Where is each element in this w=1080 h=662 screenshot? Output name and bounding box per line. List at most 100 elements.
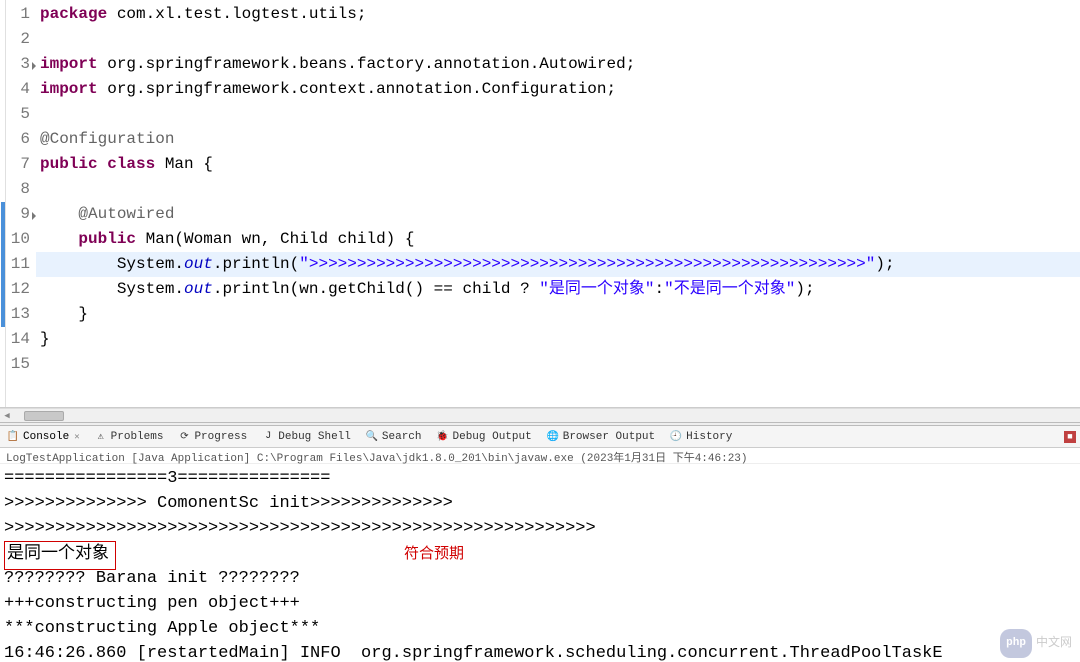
- token-plain: }: [40, 305, 88, 323]
- token-plain: System.: [40, 280, 184, 298]
- token-plain: [40, 230, 78, 248]
- tab-problems[interactable]: ⚠Problems: [92, 429, 166, 445]
- console-line: ================3===============: [4, 466, 1076, 491]
- tab-debug-output[interactable]: 🐞Debug Output: [434, 429, 534, 445]
- code-line[interactable]: [36, 27, 1080, 52]
- token-plain: com.xl.test.logtest.utils;: [117, 5, 367, 23]
- tab-label: Debug Output: [453, 431, 532, 443]
- token-plain: [40, 205, 78, 223]
- tab-label: Debug Shell: [278, 431, 351, 443]
- tab-label: Progress: [194, 431, 247, 443]
- editor-horizontal-scrollbar[interactable]: ◀: [0, 408, 1080, 422]
- token-kw: import: [40, 80, 107, 98]
- line-number: 8: [6, 177, 30, 202]
- code-line[interactable]: [36, 102, 1080, 127]
- watermark-badge: php: [1000, 629, 1032, 658]
- code-line[interactable]: }: [36, 327, 1080, 352]
- change-marker: [1, 202, 5, 227]
- console-line: ***constructing Apple object***: [4, 616, 1076, 641]
- token-kw: package: [40, 5, 117, 23]
- line-number: 12: [6, 277, 30, 302]
- tab-browser-output[interactable]: 🌐Browser Output: [544, 429, 657, 445]
- line-number: 2: [6, 27, 30, 52]
- token-plain: );: [875, 255, 894, 273]
- tab-debug-shell[interactable]: JDebug Shell: [259, 429, 353, 445]
- code-line[interactable]: System.out.println(wn.getChild() == chil…: [36, 277, 1080, 302]
- console-output[interactable]: ================3=============== >>>>>>>>…: [0, 464, 1080, 662]
- token-plain: :: [655, 280, 665, 298]
- code-line[interactable]: import org.springframework.beans.factory…: [36, 52, 1080, 77]
- tab-console[interactable]: 📋Console✕: [4, 429, 82, 445]
- code-line[interactable]: System.out.println(">>>>>>>>>>>>>>>>>>>>…: [36, 252, 1080, 277]
- tab-progress[interactable]: ⟳Progress: [175, 429, 249, 445]
- tab-search[interactable]: 🔍Search: [363, 429, 424, 445]
- launch-configuration-info: LogTestApplication [Java Application] C:…: [0, 448, 1080, 464]
- tab-label: Problems: [111, 431, 164, 443]
- terminate-button[interactable]: ■: [1064, 431, 1076, 443]
- token-kw: public: [78, 230, 145, 248]
- console-icon: 📋: [6, 430, 20, 444]
- line-number: 5: [6, 102, 30, 127]
- code-line[interactable]: import org.springframework.context.annot…: [36, 77, 1080, 102]
- code-line[interactable]: [36, 177, 1080, 202]
- code-line[interactable]: }: [36, 302, 1080, 327]
- line-number-gutter: 123456789101112131415: [6, 0, 36, 407]
- token-str: "是同一个对象": [539, 280, 654, 298]
- code-line[interactable]: package com.xl.test.logtest.utils;: [36, 2, 1080, 27]
- console-line: +++constructing pen object+++: [4, 591, 1076, 616]
- token-plain: .println(wn.getChild() == child ?: [213, 280, 539, 298]
- token-plain: org.springframework.context.annotation.C…: [107, 80, 616, 98]
- token-kw: public class: [40, 155, 165, 173]
- token-plain: Man(Woman wn, Child child) {: [146, 230, 415, 248]
- scroll-thumb[interactable]: [24, 411, 64, 421]
- line-number: 7: [6, 152, 30, 177]
- search-icon: 🔍: [365, 430, 379, 444]
- token-plain: System.: [40, 255, 184, 273]
- line-number: 6: [6, 127, 30, 152]
- token-plain: );: [795, 280, 814, 298]
- token-ann: @Configuration: [40, 130, 174, 148]
- change-marker: [1, 277, 5, 302]
- scroll-left-arrow[interactable]: ◀: [0, 409, 14, 423]
- tab-label: Search: [382, 431, 422, 443]
- change-marker: [1, 227, 5, 252]
- change-marker: [1, 302, 5, 327]
- history-icon: 🕘: [669, 430, 683, 444]
- console-line-highlighted: 是同一个对象符合预期: [4, 541, 1076, 566]
- watermark: php中文网: [1000, 629, 1072, 658]
- tab-label: Browser Output: [563, 431, 655, 443]
- line-number: 10: [6, 227, 30, 252]
- code-line[interactable]: public class Man {: [36, 152, 1080, 177]
- console-line: 16:46:26.860 [restartedMain] INFO org.sp…: [4, 641, 1076, 662]
- token-kw: import: [40, 55, 107, 73]
- token-ann: @Autowired: [78, 205, 174, 223]
- line-number: 13: [6, 302, 30, 327]
- console-tab-bar: 📋Console✕ ⚠Problems ⟳Progress JDebug Shell 🔍…: [0, 426, 1080, 448]
- tab-history[interactable]: 🕘History: [667, 429, 734, 445]
- tab-label: History: [686, 431, 732, 443]
- code-line[interactable]: @Configuration: [36, 127, 1080, 152]
- line-number: 4: [6, 77, 30, 102]
- code-line[interactable]: [36, 352, 1080, 377]
- token-plain: }: [40, 330, 50, 348]
- close-icon[interactable]: ✕: [74, 432, 79, 442]
- token-str: ">>>>>>>>>>>>>>>>>>>>>>>>>>>>>>>>>>>>>>>…: [299, 255, 875, 273]
- token-plain: .println(: [213, 255, 299, 273]
- code-editor[interactable]: 123456789101112131415 package com.xl.tes…: [0, 0, 1080, 408]
- annotation-label: 符合预期: [404, 541, 464, 566]
- debug-output-icon: 🐞: [436, 430, 450, 444]
- line-number: 3: [6, 52, 30, 77]
- code-line[interactable]: @Autowired: [36, 202, 1080, 227]
- console-line: ???????? Barana init ????????: [4, 566, 1076, 591]
- console-panel: 📋Console✕ ⚠Problems ⟳Progress JDebug Shell 🔍…: [0, 426, 1080, 662]
- line-number: 1: [6, 2, 30, 27]
- token-field: out: [184, 255, 213, 273]
- line-number: 11: [6, 252, 30, 277]
- code-content[interactable]: package com.xl.test.logtest.utils; import…: [36, 0, 1080, 407]
- token-field: out: [184, 280, 213, 298]
- progress-icon: ⟳: [177, 430, 191, 444]
- change-marker: [1, 252, 5, 277]
- console-line: >>>>>>>>>>>>>>>>>>>>>>>>>>>>>>>>>>>>>>>>…: [4, 516, 1076, 541]
- code-line[interactable]: public Man(Woman wn, Child child) {: [36, 227, 1080, 252]
- line-number: 14: [6, 327, 30, 352]
